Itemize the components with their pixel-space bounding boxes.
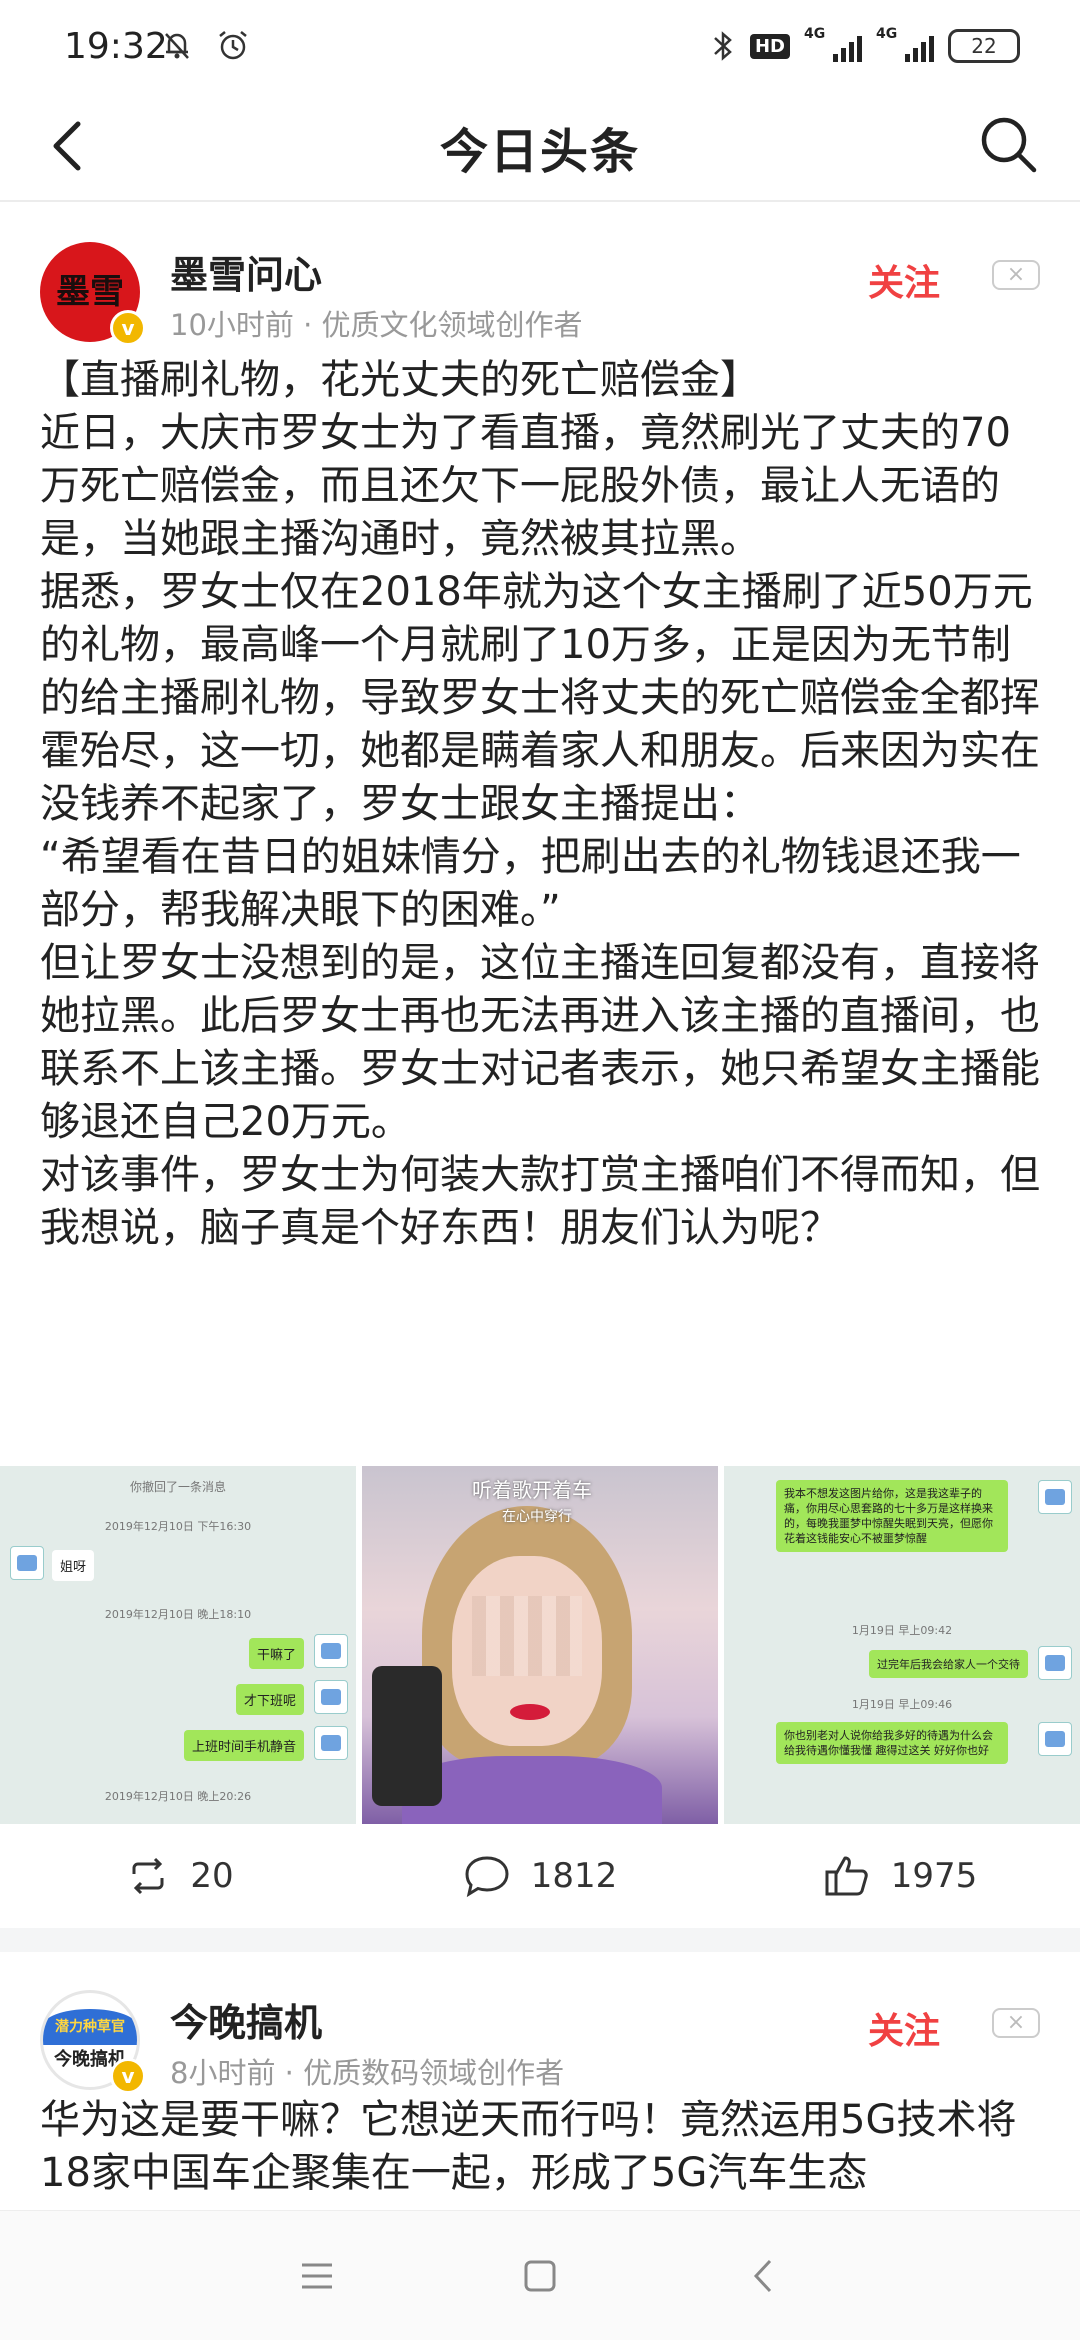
bluetooth-icon (714, 31, 732, 61)
chat-avatar (1038, 1646, 1072, 1680)
nav-back-button[interactable] (740, 2251, 790, 2301)
like-button[interactable]: 1975 (720, 1824, 1080, 1928)
repost-count: 20 (190, 1856, 234, 1896)
thumbs-up-icon (825, 1856, 868, 1896)
photo-caption: 听着歌开着车 (472, 1478, 592, 1502)
menu-icon (302, 2263, 332, 2289)
like-count: 1975 (890, 1856, 978, 1896)
author-avatar[interactable]: 潜力种草官 今晚搞机 v (40, 1990, 146, 2094)
post-paragraph: 对该事件，罗女士为何装大款打赏主播咱们不得而知，但我想说，脑子真是个好东西！朋友… (40, 1152, 1040, 1251)
chat-avatar (314, 1634, 348, 1668)
post-paragraph: 【直播刷礼物，花光丈夫的死亡赔偿金】 (40, 357, 760, 403)
image-grid: 你撤回了一条消息 2019年12月10日 下午16:30 姐呀 2019年12月… (0, 1466, 1080, 1824)
chat-bubble: 过完年后我会给家人一个交待 (869, 1650, 1028, 1678)
photo-microphone (372, 1666, 442, 1806)
alarm-clock-icon (219, 31, 247, 60)
post-body[interactable]: 【直播刷礼物，花光丈夫的死亡赔偿金】 近日，大庆市罗女士为了看直播，竟然刷光了丈… (40, 354, 1050, 1255)
status-time: 19:32 (64, 26, 168, 67)
follow-button[interactable]: 关注 (868, 2002, 940, 2054)
photo-mosaic (472, 1596, 582, 1676)
feed-post[interactable]: 墨雪 v 墨雪问心 10小时前 · 优质文化领域创作者 关注 × 【直播刷礼物，… (0, 204, 1080, 1928)
chat-bubble: 你也别老对人说你给我多好的待遇为什么会给我待遇你懂我懂 趣得过这关 好好你也好 (776, 1722, 1008, 1764)
dismiss-button[interactable]: × (992, 260, 1040, 290)
chat-bubble: 才下班呢 (235, 1684, 304, 1715)
hd-badge: HD (749, 33, 790, 59)
chat-notice: 你撤回了一条消息 (129, 1480, 226, 1494)
author-name[interactable]: 墨雪问心 (170, 244, 322, 299)
chat-screenshot-image[interactable]: 你撤回了一条消息 2019年12月10日 下午16:30 姐呀 2019年12月… (0, 1466, 356, 1824)
post-body[interactable]: 华为这是要干嘛？它想逆天而行吗！竟然运用5G技术将18家中国车企聚集在一起，形成… (40, 2094, 1050, 2200)
chat-avatar (314, 1726, 348, 1760)
chat-time: 2019年12月10日 晚上20:26 (104, 1790, 252, 1803)
post-meta: 8小时前 · 优质数码领域创作者 (170, 2056, 565, 2090)
photo-lips (510, 1704, 550, 1720)
repost-icon (132, 1857, 164, 1895)
follow-button[interactable]: 关注 (868, 254, 940, 306)
post-paragraph: 但让罗女士没想到的是，这位主播连回复都没有，直接将她拉黑。此后罗女士再也无法再进… (40, 940, 1040, 1145)
signal-icon-2: 4G (876, 26, 934, 66)
search-button[interactable] (976, 112, 1040, 176)
verified-badge-icon: v (110, 310, 146, 346)
post-paragraph: 近日，大庆市罗女士为了看直播，竟然刷光了丈夫的70万死亡赔偿金，而且还欠下一屁股… (40, 410, 1011, 562)
home-button[interactable] (515, 2251, 565, 2301)
app-header: 今日头条 (0, 96, 1080, 202)
chat-time: 1月19日 早上09:42 (851, 1624, 953, 1637)
livestream-photo-image[interactable]: 听着歌开着车 在心中穿行 (362, 1466, 718, 1824)
post-paragraph: “希望看在昔日的姐妹情分，把刷出去的礼物钱退还我一部分，帮我解决眼下的困难。” (40, 834, 1021, 933)
post-paragraph: 据悉，罗女士仅在2018年就为这个女主播刷了近50万元的礼物，最高峰一个月就刷了… (40, 569, 1040, 827)
post-divider (0, 1928, 1080, 1952)
feed-post[interactable]: 潜力种草官 今晚搞机 v 今晚搞机 8小时前 · 优质数码领域创作者 关注 × … (0, 1952, 1080, 2212)
signal-icon: 4G (804, 26, 862, 66)
status-right-icons: HD 4G 4G 22 (710, 26, 1020, 66)
home-square-icon (524, 2260, 556, 2292)
comment-count: 1812 (530, 1856, 618, 1896)
menu-button[interactable] (292, 2251, 342, 2301)
chat-time: 2019年12月10日 晚上18:10 (104, 1608, 252, 1621)
status-left-icons (160, 28, 250, 62)
chat-avatar (10, 1546, 44, 1580)
comment-icon (465, 1856, 509, 1898)
system-nav-bar (0, 2210, 1080, 2340)
post-actions: 20 1812 1975 (0, 1824, 1080, 1928)
chat-bubble: 姐呀 (52, 1550, 95, 1581)
chat-avatar (1038, 1480, 1072, 1514)
author-name[interactable]: 今晚搞机 (170, 1992, 322, 2047)
comment-button[interactable]: 1812 (360, 1824, 720, 1928)
chat-avatar (1038, 1722, 1072, 1756)
repost-button[interactable]: 20 (0, 1824, 360, 1928)
author-avatar[interactable]: 墨雪 v (40, 242, 146, 346)
status-bar: 19:32 HD 4G 4G 22 (0, 0, 1080, 96)
battery-icon: 22 (948, 29, 1020, 63)
battery-level: 22 (971, 34, 997, 58)
chat-time: 2019年12月10日 下午16:30 (104, 1520, 252, 1533)
chat-screenshot-image[interactable]: 我本不想发这图片给你，这是我这辈子的痛，你用尽心思套路的七十多万是这样换来的，每… (724, 1466, 1080, 1824)
search-icon (981, 117, 1037, 173)
chat-bubble: 干嘛了 (248, 1638, 304, 1669)
page-title: 今日头条 (439, 124, 640, 180)
verified-badge-icon: v (110, 2058, 146, 2094)
mute-bell-icon (165, 33, 189, 59)
avatar-banner: 潜力种草官 (43, 2009, 137, 2045)
chat-time: 1月19日 早上09:46 (851, 1698, 953, 1711)
chat-bubble: 上班时间手机静音 (183, 1730, 304, 1761)
photo-caption: 在心中穿行 (502, 1509, 572, 1525)
dismiss-button[interactable]: × (992, 2008, 1040, 2038)
back-triangle-icon (753, 2259, 772, 2293)
post-meta: 10小时前 · 优质文化领域创作者 (170, 308, 583, 342)
chat-bubble: 我本不想发这图片给你，这是我这辈子的痛，你用尽心思套路的七十多万是这样换来的，每… (776, 1480, 1008, 1552)
chat-avatar (314, 1680, 348, 1714)
